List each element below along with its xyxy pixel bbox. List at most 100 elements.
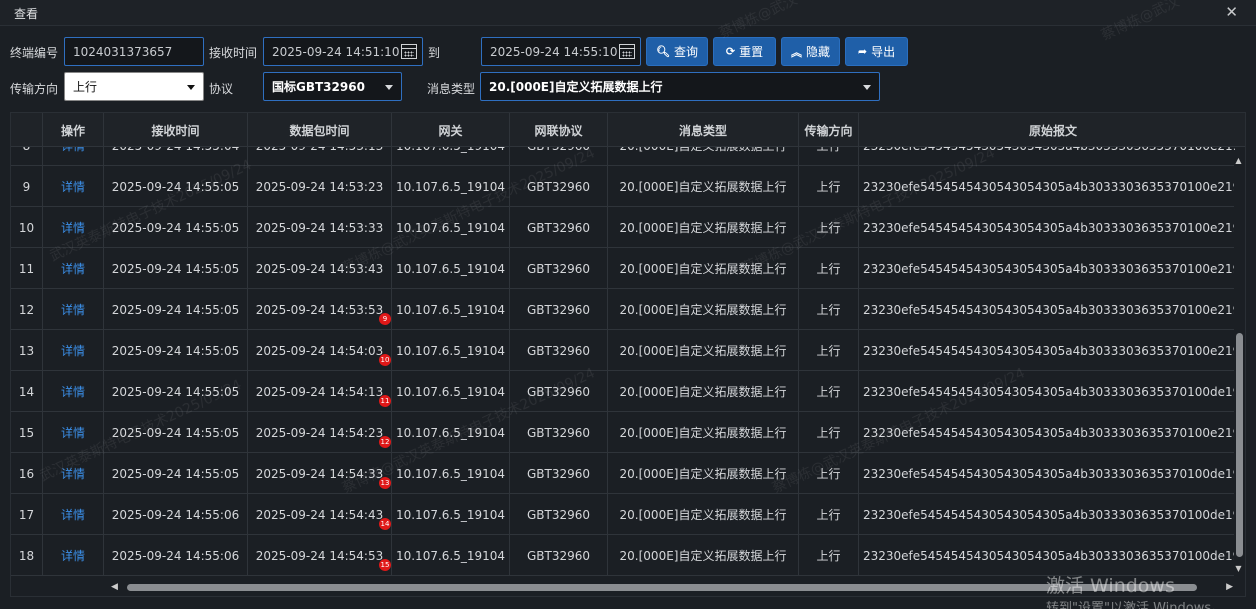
header-msg-type: 消息类型 (608, 113, 799, 147)
chevron-down-icon (187, 85, 195, 90)
row-protocol-text: GBT32960 (526, 179, 591, 194)
table-row[interactable]: 16 详情 2025-09-24 14:55:05 2025-09-24 14:54:… (11, 453, 1235, 494)
hide-button[interactable]: ︽ 隐藏 (781, 37, 840, 66)
row-raw-message-text: 23230efe5454545430543054305a4b3033303635… (863, 179, 1235, 194)
row-index-text: 11 (18, 261, 35, 276)
reset-button[interactable]: ⟳ 重置 (713, 37, 776, 66)
query-button[interactable]: 🔍︎ 查询 (646, 37, 708, 66)
row-msg-type-text: 20.[000E]自定义拓展数据上行 (619, 344, 787, 358)
vertical-scroll-thumb[interactable] (1236, 333, 1243, 557)
row-recv-time-text: 2025-09-24 14:55:05 (111, 220, 240, 235)
row-gateway-text: 10.107.6.5_19104 (395, 507, 506, 522)
row-msg-type-text: 20.[000E]自定义拓展数据上行 (619, 549, 787, 563)
row-index-text: 9 (22, 179, 31, 194)
terminal-input[interactable]: 1024031373657 (64, 37, 204, 66)
row-gateway: 10.107.6.5_19104 (392, 494, 510, 535)
horizontal-scrollbar[interactable]: ◀ ▶ (109, 581, 1235, 593)
terminal-label: 终端编号 (10, 46, 59, 60)
grid-body[interactable]: 8 详情 2025-09-24 14:55:04 2025-09-24 14:53:1… (11, 147, 1235, 579)
table-row[interactable]: 15 详情 2025-09-24 14:55:05 2025-09-24 14:54:… (11, 412, 1235, 453)
row-action: 详情 (43, 248, 104, 289)
row-index-text: 18 (18, 548, 35, 563)
details-link[interactable]: 详情 (61, 342, 85, 359)
to-label: 到 (428, 46, 441, 60)
scroll-up-icon[interactable]: ▲ (1234, 157, 1243, 165)
table-row[interactable]: 18 详情 2025-09-24 14:55:06 2025-09-24 14:54:… (11, 535, 1235, 576)
row-direction-text: 上行 (816, 262, 841, 276)
chevron-down-icon (863, 85, 871, 90)
row-recv-time-text: 2025-09-24 14:55:06 (111, 507, 240, 522)
row-recv-time: 2025-09-24 14:55:05 (104, 371, 248, 412)
table-row[interactable]: 14 详情 2025-09-24 14:55:05 2025-09-24 14:54:… (11, 371, 1235, 412)
grid-header: 操作 接收时间 数据包时间 网关 网联协议 消息类型 传输方向 原始报文 (11, 113, 1245, 147)
close-icon[interactable]: ✕ (1225, 3, 1238, 21)
horizontal-scroll-thumb[interactable] (127, 584, 1197, 591)
direction-label: 传输方向 (10, 82, 59, 96)
row-action: 详情 (43, 147, 104, 166)
row-packet-time-text: 2025-09-24 14:54:33 (255, 466, 384, 481)
row-raw-message: 23230efe5454545430543054305a4b3033303635… (859, 330, 1235, 371)
row-recv-time-text: 2025-09-24 14:55:05 (111, 425, 240, 440)
protocol-value: 国标GBT32960 (272, 80, 365, 94)
row-direction: 上行 (799, 147, 859, 166)
row-index-text: 16 (18, 466, 35, 481)
row-gateway: 10.107.6.5_19104 (392, 147, 510, 166)
details-link[interactable]: 详情 (61, 301, 85, 318)
row-packet-time-text: 2025-09-24 14:54:13 (255, 384, 384, 399)
header-index (11, 113, 43, 147)
table-row[interactable]: 12 详情 2025-09-24 14:55:05 2025-09-24 14:53:… (11, 289, 1235, 330)
scroll-left-icon[interactable]: ◀ (111, 582, 118, 592)
row-gateway: 10.107.6.5_19104 (392, 289, 510, 330)
row-packet-time-text: 2025-09-24 14:54:43 (255, 507, 384, 522)
row-action: 详情 (43, 289, 104, 330)
table-row[interactable]: 8 详情 2025-09-24 14:55:04 2025-09-24 14:53:1… (11, 147, 1235, 166)
table-row[interactable]: 9 详情 2025-09-24 14:55:05 2025-09-24 14:53:2… (11, 166, 1235, 207)
row-index-text: 10 (18, 220, 35, 235)
details-link[interactable]: 详情 (61, 506, 85, 523)
details-link[interactable]: 详情 (61, 147, 85, 154)
row-direction-text: 上行 (816, 344, 841, 358)
row-protocol: GBT32960 (510, 412, 608, 453)
details-link[interactable]: 详情 (61, 260, 85, 277)
row-packet-time-text: 2025-09-24 14:54:53 (255, 548, 384, 563)
row-msg-type: 20.[000E]自定义拓展数据上行 (608, 166, 799, 207)
row-protocol-text: GBT32960 (526, 261, 591, 276)
details-link[interactable]: 详情 (61, 465, 85, 482)
direction-select[interactable]: 上行 (64, 72, 204, 101)
row-direction-text: 上行 (816, 180, 841, 194)
row-direction-text: 上行 (816, 467, 841, 481)
export-button[interactable]: ➦ 导出 (845, 37, 908, 66)
details-link[interactable]: 详情 (61, 547, 85, 564)
table-row[interactable]: 13 详情 2025-09-24 14:55:05 2025-09-24 14:54:… (11, 330, 1235, 371)
row-msg-type: 20.[000E]自定义拓展数据上行 (608, 207, 799, 248)
details-link[interactable]: 详情 (61, 178, 85, 195)
row-gateway: 10.107.6.5_19104 (392, 248, 510, 289)
protocol-select[interactable]: 国标GBT32960 (263, 72, 402, 101)
row-index-text: 14 (18, 384, 35, 399)
header-raw: 原始报文 (1028, 123, 1077, 138)
row-recv-time-text: 2025-09-24 14:55:05 (111, 384, 240, 399)
recv-time-end-input[interactable]: 2025-09-24 14:55:10 (481, 37, 641, 66)
recv-time-label: 接收时间 (209, 46, 258, 60)
hide-label: 隐藏 (805, 45, 830, 59)
row-protocol: GBT32960 (510, 248, 608, 289)
row-packet-time: 2025-09-24 14:54:23 12 (248, 412, 392, 453)
direction-value: 上行 (73, 80, 98, 94)
calendar-icon[interactable] (619, 44, 635, 59)
table-row[interactable]: 10 详情 2025-09-24 14:55:05 2025-09-24 14:53:… (11, 207, 1235, 248)
row-recv-time: 2025-09-24 14:55:05 (104, 289, 248, 330)
details-link[interactable]: 详情 (61, 383, 85, 400)
row-gateway-text: 10.107.6.5_19104 (395, 466, 506, 481)
calendar-icon[interactable] (401, 44, 417, 59)
scroll-right-icon[interactable]: ▶ (1226, 582, 1233, 592)
recv-time-start-input[interactable]: 2025-09-24 14:51:10 (263, 37, 423, 66)
scroll-down-icon[interactable]: ▼ (1234, 565, 1243, 573)
details-link[interactable]: 详情 (61, 219, 85, 236)
row-recv-time-text: 2025-09-24 14:55:05 (111, 302, 240, 317)
table-row[interactable]: 17 详情 2025-09-24 14:55:06 2025-09-24 14:54:… (11, 494, 1235, 535)
msgtype-select[interactable]: 20.[000E]自定义拓展数据上行 (480, 72, 880, 101)
row-msg-type: 20.[000E]自定义拓展数据上行 (608, 453, 799, 494)
table-row[interactable]: 11 详情 2025-09-24 14:55:05 2025-09-24 14:53:… (11, 248, 1235, 289)
row-direction-text: 上行 (816, 221, 841, 235)
details-link[interactable]: 详情 (61, 424, 85, 441)
